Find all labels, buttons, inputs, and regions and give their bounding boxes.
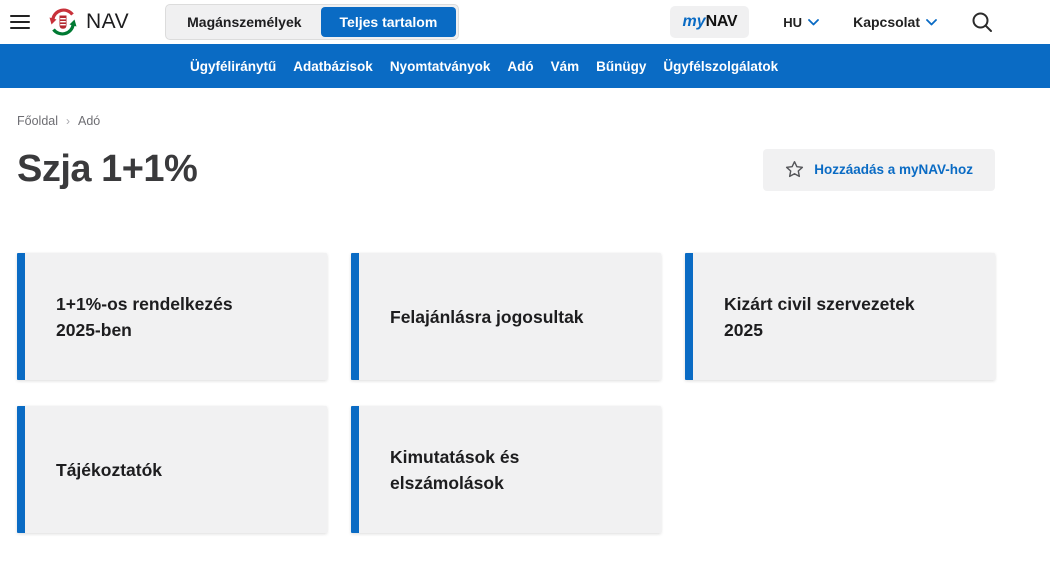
card-label: 1+1%-os rendelkezés 2025-ben [56, 293, 233, 340]
breadcrumb: Főoldal › Adó [17, 114, 995, 128]
breadcrumb-home[interactable]: Főoldal [17, 114, 58, 128]
card-label: Tájékoztatók [56, 459, 162, 480]
page-title: Szja 1+1% [17, 148, 198, 190]
nav-item-ugyfelszolgalatok[interactable]: Ügyfélszolgálatok [663, 59, 778, 74]
card-felajanlasra-jogosultak[interactable]: Felajánlásra jogosultak [351, 253, 661, 380]
card-rendelkezes-2025[interactable]: 1+1%-os rendelkezés 2025-ben [17, 253, 327, 380]
nav-item-nyomtatvanyok[interactable]: Nyomtatványok [390, 59, 491, 74]
contact-label: Kapcsolat [853, 14, 920, 30]
chevron-down-icon [926, 18, 937, 25]
header-right-cluster: myNAV HU Kapcsolat [670, 6, 993, 38]
mynav-nav-text: NAV [705, 13, 738, 30]
main-content: Főoldal › Adó Szja 1+1% Hozzáadás a myNA… [0, 114, 1050, 533]
nav-item-ugyfeliranytu[interactable]: Ügyféliránytű [190, 59, 276, 74]
tab-maganszemelyek[interactable]: Magánszemélyek [168, 7, 320, 37]
topic-cards-grid: 1+1%-os rendelkezés 2025-ben Felajánlásr… [17, 253, 995, 533]
brand-text: NAV [86, 10, 130, 33]
card-label: Kizárt civil szervezetek 2025 [724, 293, 915, 340]
chevron-down-icon [808, 18, 819, 25]
search-icon [972, 12, 992, 32]
card-label: Kimutatások és elszámolások [390, 446, 520, 493]
main-navigation-bar: Ügyféliránytű Adatbázisok Nyomtatványok … [0, 44, 1050, 88]
add-to-mynav-button[interactable]: Hozzáadás a myNAV-hoz [763, 148, 995, 191]
breadcrumb-separator-icon: › [66, 114, 70, 128]
nav-item-ado[interactable]: Adó [507, 59, 533, 74]
card-label: Felajánlásra jogosultak [390, 306, 584, 327]
audience-tab-group: Magánszemélyek Teljes tartalom [165, 4, 460, 40]
search-button[interactable] [971, 11, 993, 33]
contact-dropdown[interactable]: Kapcsolat [853, 14, 937, 30]
title-row: Szja 1+1% Hozzáadás a myNAV-hoz [17, 148, 995, 191]
card-kizart-civil-szervezetek[interactable]: Kizárt civil szervezetek 2025 [685, 253, 995, 380]
add-to-mynav-label: Hozzáadás a myNAV-hoz [814, 162, 973, 177]
hamburger-menu-icon[interactable] [10, 14, 30, 30]
language-dropdown[interactable]: HU [783, 15, 819, 30]
tab-teljes-tartalom[interactable]: Teljes tartalom [320, 7, 457, 37]
nav-logo-icon[interactable] [48, 7, 78, 37]
mynav-button[interactable]: myNAV [670, 6, 750, 38]
nav-item-bunugy[interactable]: Bűnügy [596, 59, 646, 74]
top-header: NAV Magánszemélyek Teljes tartalom myNAV… [0, 0, 1050, 44]
nav-item-adatbazisok[interactable]: Adatbázisok [293, 59, 373, 74]
nav-item-vam[interactable]: Vám [551, 59, 580, 74]
card-kimutatasok-elszamolasok[interactable]: Kimutatások és elszámolások [351, 406, 661, 533]
star-icon [786, 160, 804, 178]
breadcrumb-current[interactable]: Adó [78, 114, 100, 128]
card-tajekoztatok[interactable]: Tájékoztatók [17, 406, 327, 533]
language-label: HU [783, 14, 803, 30]
mynav-my-text: my [682, 13, 706, 30]
